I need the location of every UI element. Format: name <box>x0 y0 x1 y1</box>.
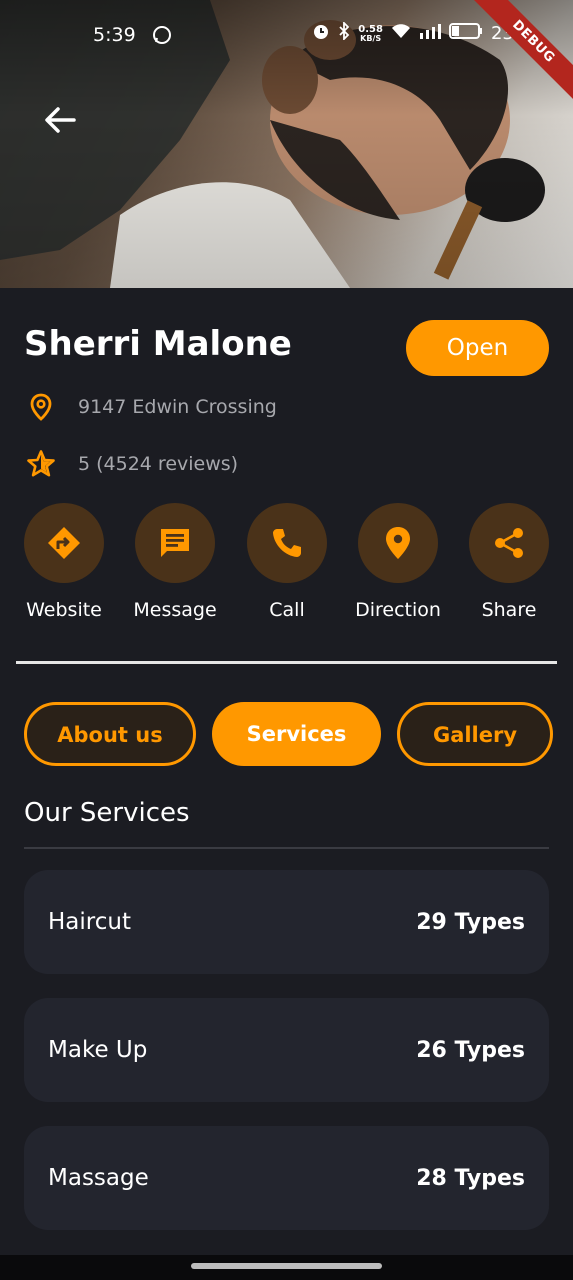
signal-icon <box>419 23 441 44</box>
service-count: 28 Types <box>416 1165 525 1191</box>
location-pin-outline-icon <box>30 393 52 421</box>
rating-row: 5 (4524 reviews) <box>26 449 238 479</box>
whatsapp-icon <box>152 25 172 49</box>
services-title: Our Services <box>24 798 190 828</box>
service-card-make-up[interactable]: Make Up 26 Types <box>24 998 549 1102</box>
share-label: Share <box>481 599 537 621</box>
service-card-massage[interactable]: Massage 28 Types <box>24 1126 549 1230</box>
shop-name: Sherri Malone <box>24 324 292 364</box>
address-row: 9147 Edwin Crossing <box>26 392 277 422</box>
status-time: 5:39 <box>93 24 136 46</box>
system-nav-bar <box>0 1255 573 1280</box>
website-action[interactable]: Website <box>14 503 114 621</box>
tab-bar: About us Services Gallery <box>24 702 573 766</box>
battery-icon <box>448 22 483 45</box>
service-count: 29 Types <box>416 909 525 935</box>
service-name: Make Up <box>48 1037 148 1063</box>
rating-text: 5 (4524 reviews) <box>78 453 239 475</box>
service-name: Haircut <box>48 909 131 935</box>
network-speed: 0.58 KB/S <box>358 23 383 43</box>
direction-button[interactable] <box>358 503 438 583</box>
service-name: Massage <box>48 1165 149 1191</box>
arrow-left-icon <box>45 107 76 133</box>
alarm-icon <box>312 22 330 45</box>
wifi-icon <box>391 23 411 44</box>
section-divider <box>16 661 557 664</box>
call-action[interactable]: Call <box>237 503 337 621</box>
back-button[interactable] <box>40 100 80 140</box>
services-divider <box>24 847 549 849</box>
message-action[interactable]: Message <box>125 503 225 621</box>
location-pin-icon <box>386 527 410 559</box>
share-action[interactable]: Share <box>459 503 559 621</box>
share-button[interactable] <box>469 503 549 583</box>
directions-sign-icon <box>48 527 80 559</box>
action-buttons: Website Message Call Direction Share <box>24 503 549 633</box>
open-status-button[interactable]: Open <box>406 320 549 376</box>
star-icon <box>27 450 55 477</box>
status-icons: 0.58 KB/S 23% <box>312 20 531 45</box>
direction-action[interactable]: Direction <box>348 503 448 621</box>
service-count: 26 Types <box>416 1037 525 1063</box>
direction-label: Direction <box>355 599 441 621</box>
call-label: Call <box>269 599 305 621</box>
phone-icon <box>273 529 301 557</box>
service-card-haircut[interactable]: Haircut 29 Types <box>24 870 549 974</box>
website-button[interactable] <box>24 503 104 583</box>
tab-gallery[interactable]: Gallery <box>397 702 553 766</box>
status-bar: 5:39 0.58 KB/S 23% <box>0 20 573 52</box>
address-text: 9147 Edwin Crossing <box>78 396 277 418</box>
call-button[interactable] <box>247 503 327 583</box>
website-label: Website <box>26 599 102 621</box>
message-icon <box>161 529 189 557</box>
message-label: Message <box>133 599 217 621</box>
tab-services[interactable]: Services <box>212 702 381 766</box>
tab-about-us[interactable]: About us <box>24 702 196 766</box>
share-icon <box>495 528 523 558</box>
message-button[interactable] <box>135 503 215 583</box>
bluetooth-icon <box>338 20 350 45</box>
home-gesture-handle[interactable] <box>191 1263 382 1269</box>
